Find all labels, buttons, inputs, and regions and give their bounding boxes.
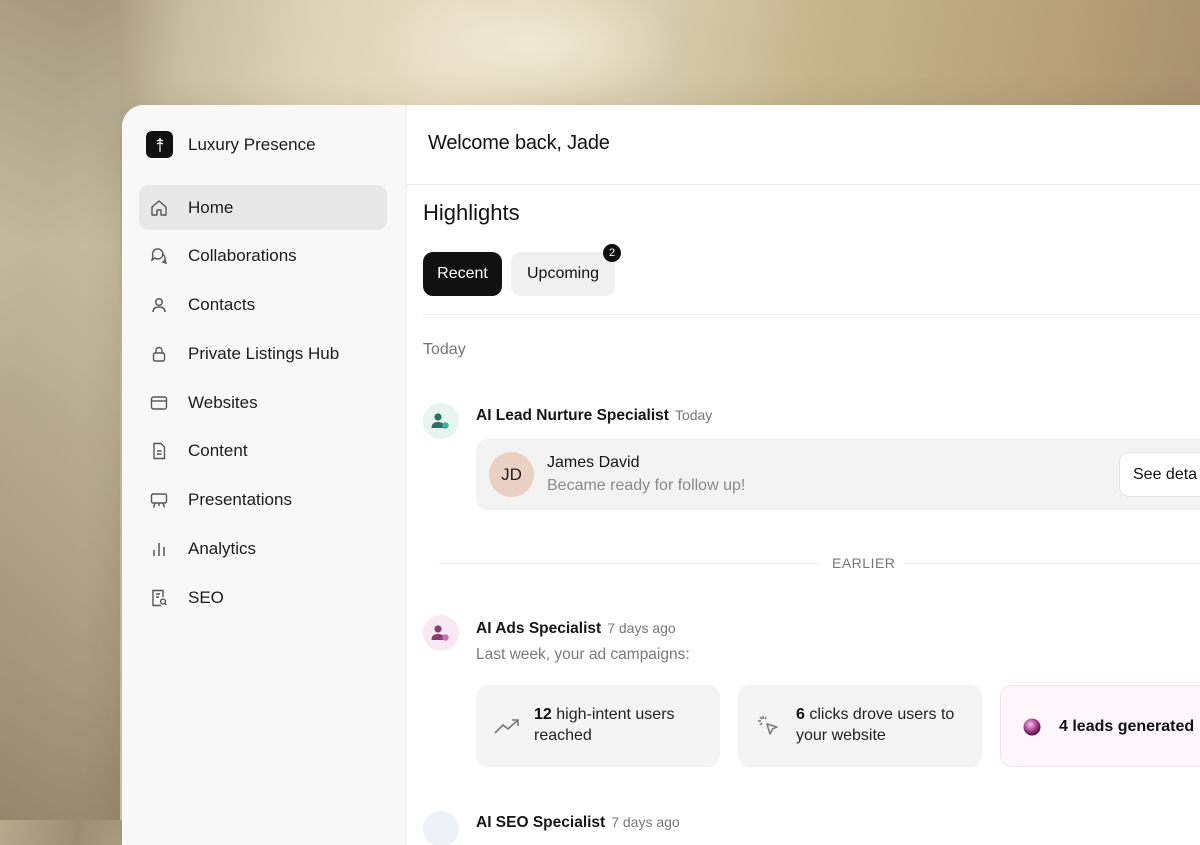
stat-label: clicks drove users to your website — [796, 706, 955, 744]
avatar: JD — [489, 452, 534, 497]
seo-specialist-avatar-icon — [423, 811, 459, 845]
feed-item-title: AI Lead Nurture Specialist Today — [476, 407, 712, 425]
tab-recent[interactable]: Recent — [423, 252, 502, 296]
stat-card: 12 high-intent users reached — [476, 685, 720, 767]
earlier-separator: EARLIER — [439, 551, 1200, 575]
purple-orb-icon — [1019, 714, 1045, 740]
sidebar-item-label: Private Listings Hub — [188, 343, 340, 363]
home-icon — [149, 198, 169, 218]
sidebar-item-seo[interactable]: SEO — [139, 575, 387, 620]
timestamp: Today — [674, 407, 713, 423]
ads-specialist-avatar-icon — [423, 615, 459, 651]
seo-document-search-icon — [149, 588, 169, 608]
sidebar-item-label: Contacts — [188, 295, 256, 315]
sidebar-item-private-listings-hub[interactable]: Private Listings Hub — [139, 331, 387, 376]
tab-label: Recent — [437, 265, 488, 282]
lead-card[interactable]: JD James David Became ready for follow u… — [476, 439, 1200, 510]
divider — [439, 563, 818, 564]
sidebar-nav: Home Collaborations Contacts Private Lis… — [139, 185, 387, 624]
sidebar-item-home[interactable]: Home — [139, 185, 387, 230]
cursor-click-icon — [756, 713, 782, 739]
group-label-earlier: EARLIER — [832, 555, 896, 571]
brand[interactable]: Luxury Presence — [146, 131, 316, 158]
lock-icon — [149, 344, 169, 364]
sidebar-item-label: Content — [188, 441, 248, 461]
sidebar-item-label: Analytics — [188, 539, 257, 559]
sidebar-item-label: SEO — [188, 587, 224, 607]
chat-bubbles-icon — [149, 246, 169, 266]
background-blur-left — [0, 0, 120, 820]
welcome-title: Welcome back, Jade — [428, 132, 610, 154]
highlights-title: Highlights — [423, 200, 520, 225]
feed-item-title: AI Ads Specialist 7 days ago — [476, 620, 676, 638]
browser-window-icon — [149, 393, 169, 413]
sidebar-item-websites[interactable]: Websites — [139, 380, 387, 425]
stat-card: 6 clicks drove users to your website — [738, 685, 982, 767]
document-icon — [149, 441, 169, 461]
stat-label: high-intent users reached — [534, 706, 675, 744]
header: Welcome back, Jade — [407, 105, 1200, 185]
sidebar-item-presentations[interactable]: Presentations — [139, 478, 387, 523]
sidebar: Luxury Presence Home Collaborations Cont… — [122, 105, 407, 845]
see-details-button[interactable]: See deta — [1119, 452, 1200, 497]
bar-chart-icon — [149, 539, 169, 559]
stat-text: 12 high-intent users reached — [534, 704, 709, 746]
stat-number: 6 — [796, 706, 805, 723]
specialist-name: AI SEO Specialist — [476, 814, 606, 831]
divider — [904, 563, 1200, 564]
lead-status: Became ready for follow up! — [547, 477, 746, 494]
feed-item-title: AI SEO Specialist 7 days ago — [476, 814, 680, 832]
background-glow — [380, 0, 680, 110]
specialist-name: AI Lead Nurture Specialist — [476, 407, 669, 424]
specialist-name: AI Ads Specialist — [476, 620, 602, 637]
presentation-board-icon — [149, 490, 169, 510]
brand-logo-icon — [146, 131, 173, 158]
nurture-specialist-avatar-icon — [423, 403, 459, 439]
sidebar-item-label: Home — [188, 197, 234, 217]
brand-name: Luxury Presence — [188, 134, 316, 154]
app-window: Luxury Presence Home Collaborations Cont… — [122, 105, 1200, 845]
button-label: See deta — [1133, 465, 1198, 483]
sidebar-item-label: Presentations — [188, 490, 292, 510]
stat-text: 4 leads generated — [1059, 718, 1195, 735]
timestamp: 7 days ago — [607, 620, 676, 636]
tab-upcoming[interactable]: Upcoming 2 — [511, 244, 621, 296]
sidebar-item-contacts[interactable]: Contacts — [139, 283, 387, 328]
group-label-today: Today — [423, 341, 466, 358]
stat-number: 12 — [534, 706, 552, 723]
highlights-tabs: Recent Upcoming 2 — [423, 244, 621, 296]
lead-name: James David — [547, 454, 640, 471]
stat-text: 6 clicks drove users to your website — [796, 704, 971, 746]
divider — [423, 314, 1200, 315]
person-icon — [149, 295, 169, 315]
trending-up-icon — [494, 713, 520, 739]
sidebar-item-content[interactable]: Content — [139, 429, 387, 474]
sidebar-item-label: Websites — [188, 392, 258, 412]
main-content: Welcome back, Jade Highlights Recent Upc… — [407, 105, 1200, 845]
timestamp: 7 days ago — [611, 814, 680, 830]
count-badge: 2 — [603, 244, 621, 262]
sidebar-item-analytics[interactable]: Analytics — [139, 527, 387, 572]
sidebar-item-label: Collaborations — [188, 246, 297, 266]
sidebar-item-collaborations[interactable]: Collaborations — [139, 234, 387, 279]
stat-card-highlight: 4 leads generated — [1000, 685, 1200, 767]
ads-summary: Last week, your ad campaigns: — [476, 646, 690, 663]
tab-label: Upcoming — [526, 265, 600, 282]
